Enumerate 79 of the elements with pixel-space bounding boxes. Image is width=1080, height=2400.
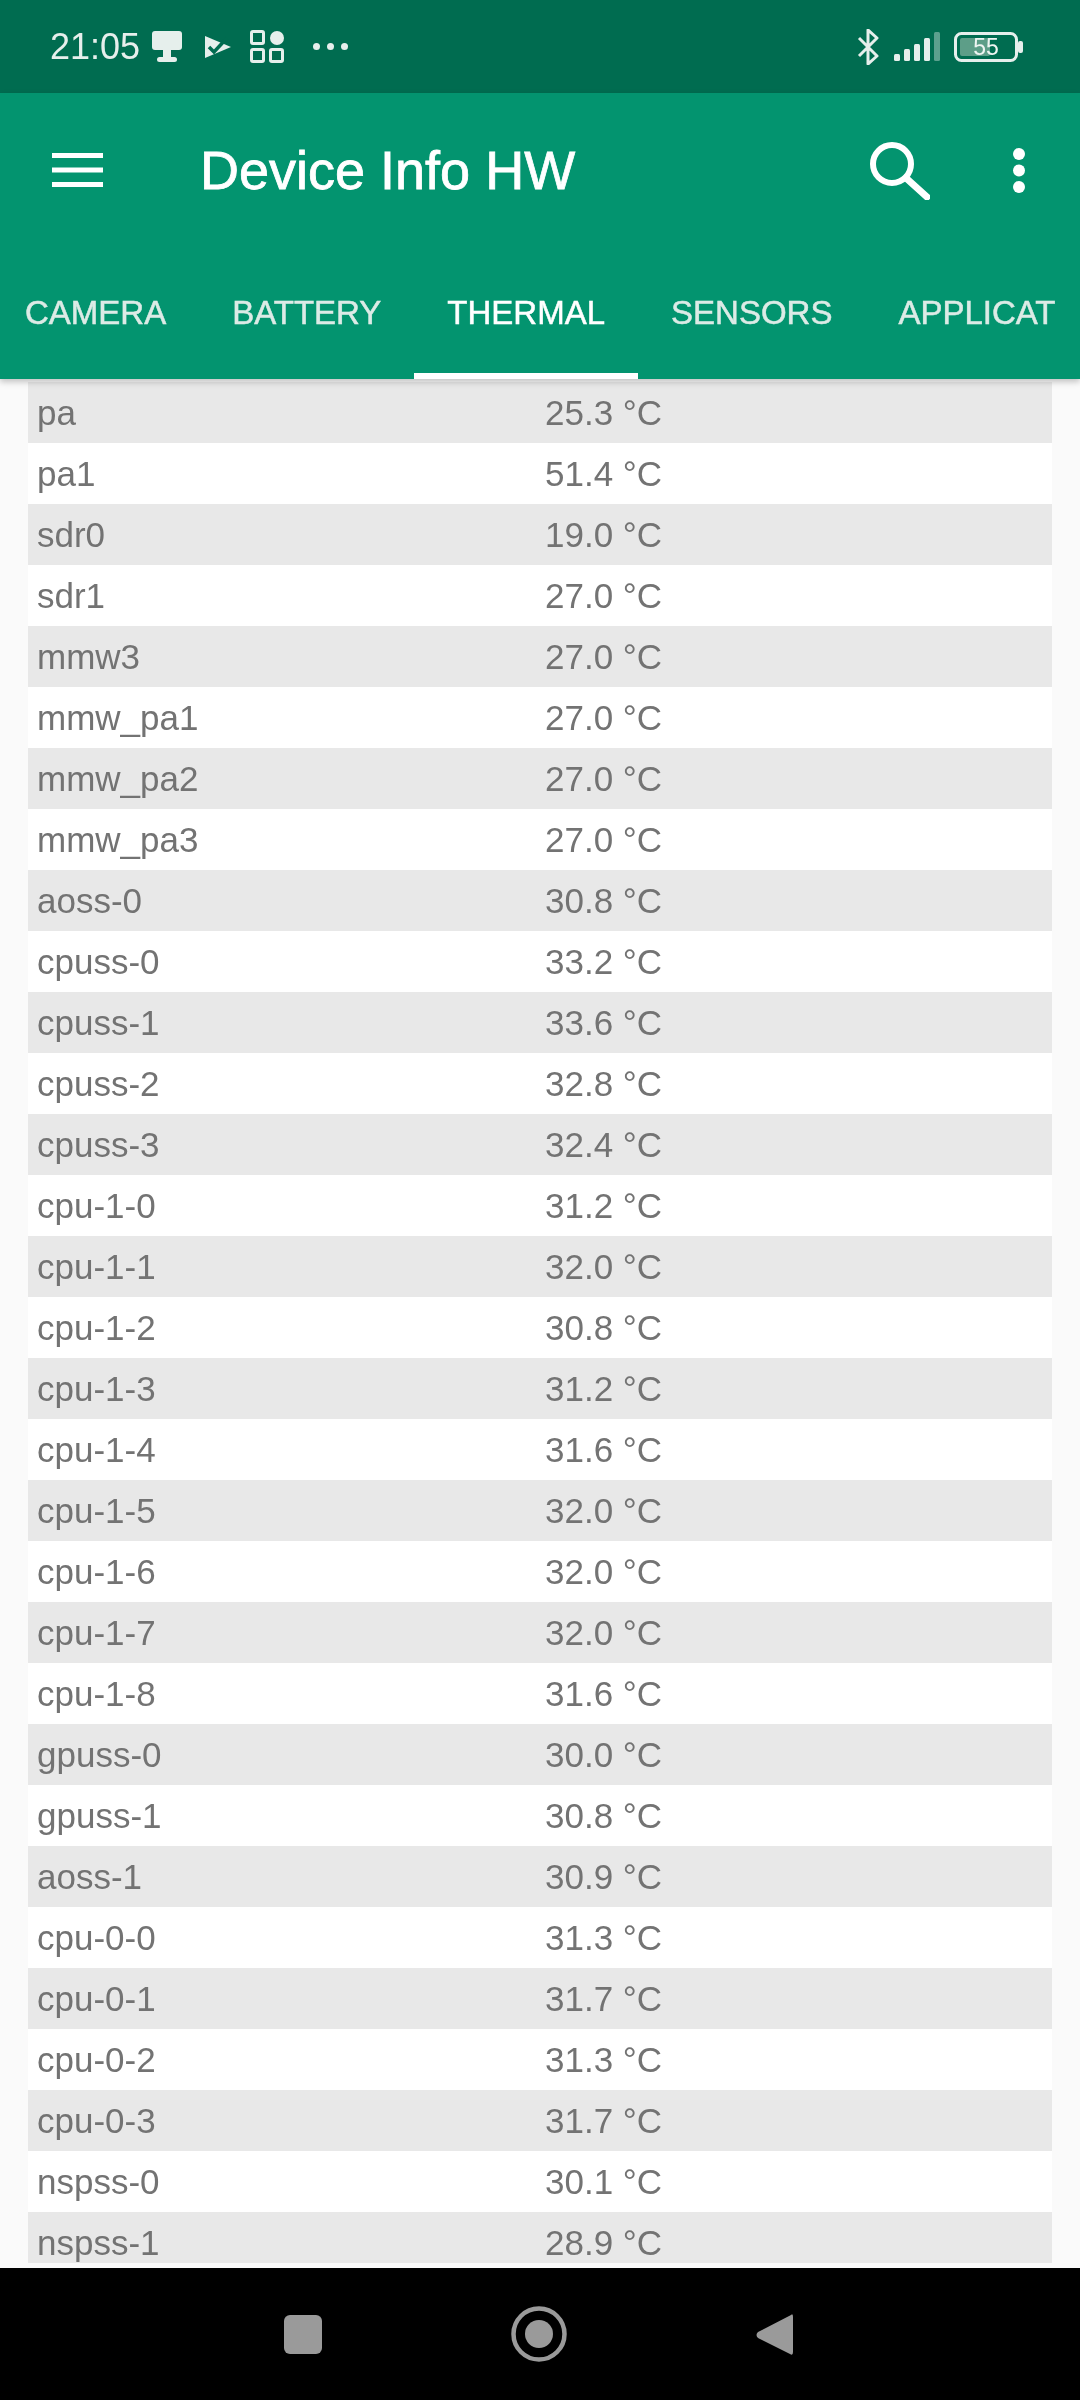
temperature-value: 32.0 °C xyxy=(545,1246,664,1287)
sensor-name: cpu-1-6 xyxy=(37,1551,157,1592)
temperature-value: 25.3 °C xyxy=(545,392,664,433)
temperature-value: 19.0 °C xyxy=(545,514,664,555)
sensor-name: mmw_pa1 xyxy=(37,697,200,738)
sensor-name: cpu-0-2 xyxy=(37,2039,157,2080)
temperature-value: 32.8 °C xyxy=(545,1063,664,1104)
temperature-value: 31.7 °C xyxy=(545,2100,664,2141)
sensor-name: cpu-1-5 xyxy=(37,1490,157,1531)
sensor-name: cpu-1-1 xyxy=(37,1246,157,1287)
sensor-name: cpuss-1 xyxy=(37,1002,161,1043)
temperature-value: 33.2 °C xyxy=(545,941,664,982)
temperature-value: 32.4 °C xyxy=(545,1124,664,1165)
sensor-name: cpu-1-0 xyxy=(37,1185,157,1226)
temperature-value: 30.8 °C xyxy=(545,1795,664,1836)
temperature-value: 27.0 °C xyxy=(545,819,664,860)
sensor-name: cpu-0-3 xyxy=(37,2100,157,2141)
temperature-value: 28.9 °C xyxy=(545,2222,664,2263)
temperature-value: 30.9 °C xyxy=(545,1856,664,1897)
more-dots-icon xyxy=(313,43,349,50)
temperature-value: 27.0 °C xyxy=(545,575,664,616)
temperature-value: 27.0 °C xyxy=(545,758,664,799)
check-flag-icon xyxy=(205,33,232,60)
temperature-value: 32.0 °C xyxy=(545,1612,664,1653)
search-icon[interactable] xyxy=(869,140,930,200)
temperature-value: 51.4 °C xyxy=(545,453,664,494)
app-title: Device Info HW xyxy=(200,139,576,201)
sensor-name: gpuss-1 xyxy=(37,1795,163,1836)
sensor-name: cpuss-3 xyxy=(37,1124,161,1165)
sensor-name: mmw_pa2 xyxy=(37,758,200,799)
sensor-name: cpuss-0 xyxy=(37,941,161,982)
sensor-name: sdr1 xyxy=(37,575,107,616)
sensor-name: sdr0 xyxy=(37,514,107,555)
sensor-name: pa xyxy=(37,392,77,433)
tab[interactable]: CAMERA xyxy=(0,247,200,379)
sensor-name: gpuss-0 xyxy=(37,1734,163,1775)
temperature-value: 31.3 °C xyxy=(545,2039,664,2080)
monitor-icon xyxy=(151,30,184,63)
temperature-value: 32.0 °C xyxy=(545,1551,664,1592)
sensor-name: aoss-0 xyxy=(37,880,144,921)
tab[interactable]: SENSORS xyxy=(638,247,866,379)
sensor-name: cpu-1-2 xyxy=(37,1307,157,1348)
sensor-name: nspss-1 xyxy=(37,2222,161,2263)
menu-icon[interactable] xyxy=(52,153,103,187)
temperature-value: 27.0 °C xyxy=(545,636,664,677)
home-icon[interactable] xyxy=(511,2306,567,2362)
temperature-value: 27.0 °C xyxy=(545,697,664,738)
recents-icon[interactable] xyxy=(284,2314,322,2354)
temperature-value: 31.2 °C xyxy=(545,1368,664,1409)
sensor-name: cpuss-2 xyxy=(37,1063,161,1104)
temperature-value: 31.2 °C xyxy=(545,1185,664,1226)
temperature-value: 32.0 °C xyxy=(545,1490,664,1531)
temperature-value: 33.6 °C xyxy=(545,1002,664,1043)
temperature-value: 30.8 °C xyxy=(545,1307,664,1348)
temperature-value: 30.8 °C xyxy=(545,880,664,921)
temperature-value: 31.7 °C xyxy=(545,1978,664,2019)
signal-icon xyxy=(894,32,940,61)
temperature-value: 30.0 °C xyxy=(545,1734,664,1775)
sensor-name: cpu-0-1 xyxy=(37,1978,157,2019)
sensor-name: mmw3 xyxy=(37,636,142,677)
status-time: 21:05 xyxy=(50,25,141,68)
sensor-name: mmw_pa3 xyxy=(37,819,200,860)
temperature-value: 31.6 °C xyxy=(545,1429,664,1470)
tab[interactable]: APPLICAT xyxy=(865,247,1080,379)
temperature-value: 31.3 °C xyxy=(545,1917,664,1958)
temperature-value: 30.1 °C xyxy=(545,2161,664,2202)
temperature-value: 31.6 °C xyxy=(545,1673,664,1714)
sensor-name: cpu-1-7 xyxy=(37,1612,157,1653)
sensor-name: cpu-1-8 xyxy=(37,1673,157,1714)
sensor-name: cpu-0-0 xyxy=(37,1917,157,1958)
apps-grid-icon xyxy=(250,30,285,63)
sensor-name: cpu-1-3 xyxy=(37,1368,157,1409)
tab[interactable]: BATTERY xyxy=(199,247,415,379)
sensor-name: nspss-0 xyxy=(37,2161,161,2202)
sensor-name: cpu-1-4 xyxy=(37,1429,157,1470)
sensor-name: aoss-1 xyxy=(37,1856,144,1897)
more-options-icon[interactable] xyxy=(1012,147,1026,193)
sensor-name: pa1 xyxy=(37,453,97,494)
bluetooth-icon xyxy=(856,28,880,65)
